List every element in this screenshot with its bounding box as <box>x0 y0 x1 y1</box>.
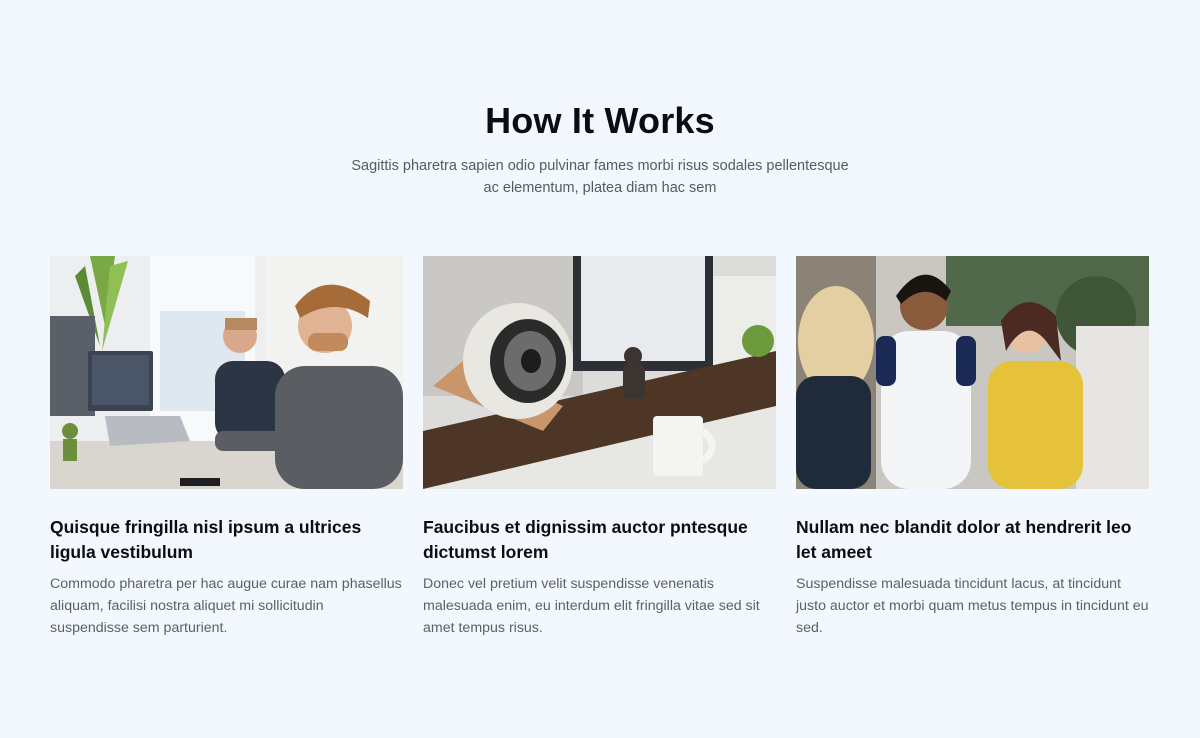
team-talking-photo <box>796 256 1149 489</box>
card-text: Donec vel pretium velit suspendisse vene… <box>423 576 760 636</box>
card-text: Commodo pharetra per hac augue curae nam… <box>50 576 402 636</box>
cards-grid: Quisque fringilla nisl ipsum a ultrices … <box>50 256 1150 639</box>
office-coworkers-photo <box>50 256 403 489</box>
feature-card: Nullam nec blandit dolor at hendrerit le… <box>796 256 1149 639</box>
card-text: Suspendisse malesuada tincidunt lacus, a… <box>796 576 1149 636</box>
section-title: How It Works <box>485 100 715 141</box>
section-subtitle: Sagittis pharetra sapien odio pulvinar f… <box>351 158 849 196</box>
card-title: Nullam nec blandit dolor at hendrerit le… <box>796 517 1132 562</box>
speaker-desk-photo <box>423 256 776 489</box>
feature-card: Quisque fringilla nisl ipsum a ultrices … <box>50 256 403 639</box>
card-title: Quisque fringilla nisl ipsum a ultrices … <box>50 517 362 562</box>
feature-card: Faucibus et dignissim auctor pntesque di… <box>423 256 776 639</box>
card-title: Faucibus et dignissim auctor pntesque di… <box>423 517 748 562</box>
how-it-works-section: How It Works Sagittis pharetra sapien od… <box>0 0 1200 738</box>
